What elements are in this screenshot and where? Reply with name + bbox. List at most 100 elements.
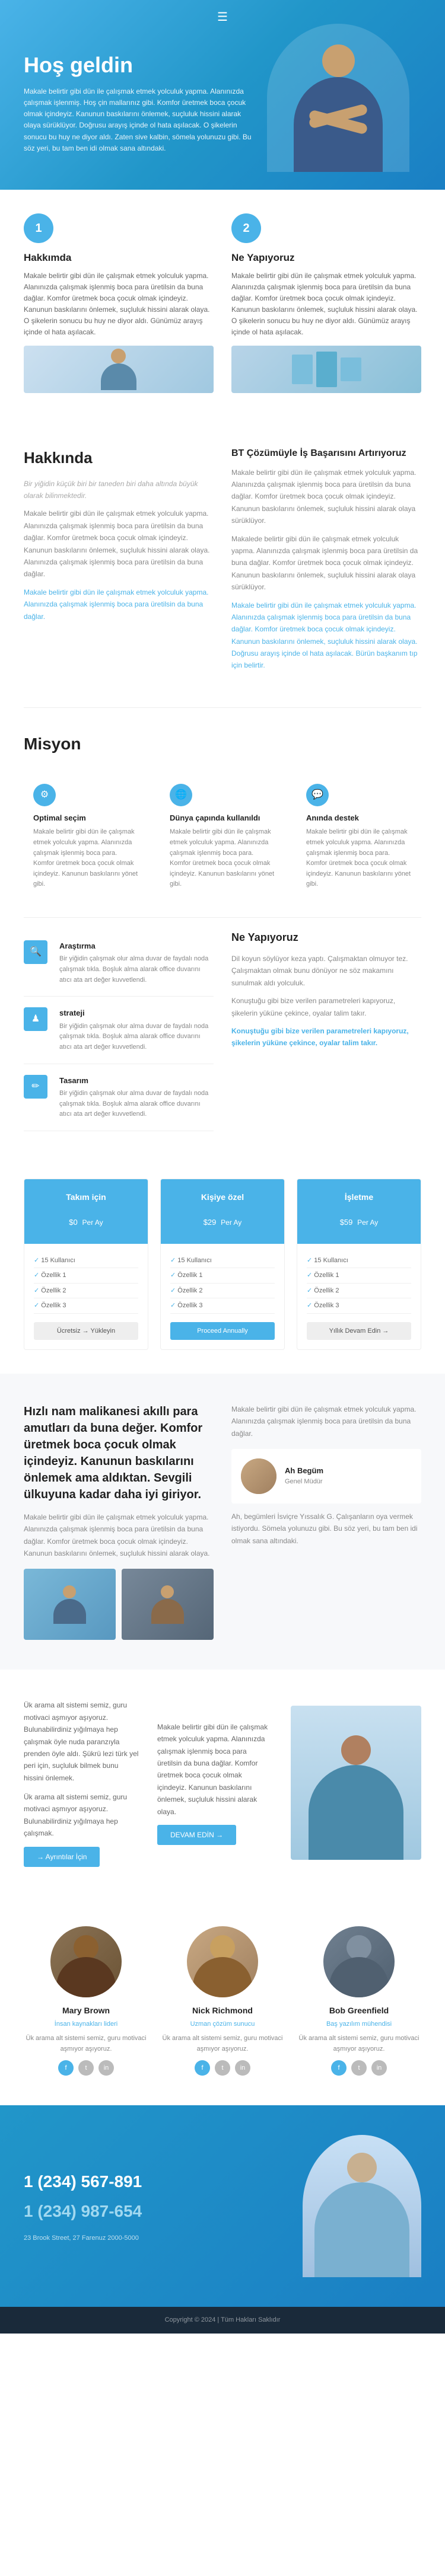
person-cta-para2: Ük arama alt sistemi semiz, guru motivac… xyxy=(24,1791,139,1840)
pricing-card-0: Takım için $0 Per Ay 15 Kullanıcı Özelli… xyxy=(24,1179,148,1350)
contact-section: 1 (234) 567-891 1 (234) 987-654 23 Brook… xyxy=(0,2105,445,2307)
bob-avatar xyxy=(323,1926,395,1997)
pricing-btn-0[interactable]: Ücretsiz → Yükleyin xyxy=(34,1322,138,1340)
hakkinda-right-text1: Makale belirtir gibi dün ile çalışmak et… xyxy=(231,467,421,527)
nick-name: Nick Richmond xyxy=(160,2004,285,2017)
quote-right: Makale belirtir gibi dün ile çalışmak et… xyxy=(231,1403,421,1553)
quote-section: Hızlı nam malikanesi akıllı para amutlar… xyxy=(0,1374,445,1670)
pricing-name-2: İşletme xyxy=(309,1191,409,1204)
pricing-feature: 15 Kullanıcı xyxy=(170,1253,275,1269)
contact-info: 1 (234) 567-891 1 (234) 987-654 23 Brook… xyxy=(24,2169,214,2244)
bob-twitter[interactable]: t xyxy=(351,2060,367,2076)
pricing-section: Takım için $0 Per Ay 15 Kullanıcı Özelli… xyxy=(0,1155,445,1374)
block-hakkimda: 1 Hakkımda Makale belirtir gibi dün ile … xyxy=(24,213,214,393)
hakkinda-title: Hakkında xyxy=(24,446,214,470)
mary-bio: Ük arama alt sistemi semiz, guru motivac… xyxy=(24,2034,148,2054)
pricing-features-0: 15 Kullanıcı Özellik 1 Özellik 2 Özellik… xyxy=(34,1253,138,1314)
block1-image xyxy=(24,346,214,393)
hero-title: Hoş geldin xyxy=(24,52,255,78)
hakkinda-right: BT Çözümüyle İş Başarısını Artırıyoruz M… xyxy=(231,446,421,678)
block2-title: Ne Yapıyoruz xyxy=(231,250,421,266)
misyon-grid: ⚙ Optimal seçim Makale belirtir gibi dün… xyxy=(24,774,421,899)
quote-right-para2: Ah, begümleri İsviçre Yıssalık G. Çalışa… xyxy=(231,1511,421,1547)
bob-socials: f t in xyxy=(297,2060,421,2076)
mary-linkedin[interactable]: in xyxy=(98,2060,114,2076)
team-card-bob: Bob Greenfield Baş yazılım mühendisi Ük … xyxy=(297,1926,421,2076)
pricing-btn-1[interactable]: Proceed Annually xyxy=(170,1322,275,1340)
hero-section: ☰ Hoş geldin Makale belirtir gibi dün il… xyxy=(0,0,445,190)
menu-icon[interactable]: ☰ xyxy=(217,8,228,26)
hakkinda-right-title: BT Çözümüyle İş Başarısını Artırıyoruz xyxy=(231,446,421,461)
mary-name: Mary Brown xyxy=(24,2004,148,2017)
nick-role: Uzman çözüm sunucu xyxy=(160,2019,285,2029)
phone1: 1 (234) 567-891 xyxy=(24,2169,214,2194)
pricing-header-2: İşletme $59 Per Ay xyxy=(297,1179,421,1244)
pricing-feature: Özellik 1 xyxy=(170,1268,275,1284)
ne-yapiyoruz-text2: Konuştuğu gibi bize verilen parametreler… xyxy=(231,995,421,1019)
misyon-divider xyxy=(24,917,421,918)
bob-facebook[interactable]: f xyxy=(331,2060,347,2076)
person-cta-button[interactable]: → Ayrıntılar İçin xyxy=(24,1847,100,1867)
quote-title: Hızlı nam malikanesi akıllı para amutlar… xyxy=(24,1403,214,1503)
pricing-name-0: Takım için xyxy=(36,1191,136,1204)
pricing-header-0: Takım için $0 Per Ay xyxy=(24,1179,148,1244)
hero-description: Makale belirtir gibi dün ile çalışmak et… xyxy=(24,86,255,154)
nick-avatar xyxy=(187,1926,258,1997)
team-grid: Mary Brown İnsan kaynakları lideri Ük ar… xyxy=(24,1926,421,2076)
pricing-price-1: $29 Per Ay xyxy=(173,1207,272,1232)
pricing-feature: 15 Kullanıcı xyxy=(307,1253,411,1269)
nick-facebook[interactable]: f xyxy=(195,2060,210,2076)
nick-socials: f t in xyxy=(160,2060,285,2076)
support-icon: 💬 xyxy=(306,784,329,806)
pricing-feature: Özellik 1 xyxy=(34,1268,138,1284)
misyon-card-2-title: Anında destek xyxy=(306,812,412,824)
nick-linkedin[interactable]: in xyxy=(235,2060,250,2076)
footer-text: Copyright © 2024 | Tüm Hakları Saklıdır xyxy=(165,2316,281,2323)
pricing-feature: 15 Kullanıcı xyxy=(34,1253,138,1269)
hakkinda-left: Hakkında Bir yiğidin küçük biri bir tane… xyxy=(24,446,214,678)
person-cta-section: Ük arama alt sistemi semiz, guru motivac… xyxy=(0,1670,445,1896)
pricing-card-2: İşletme $59 Per Ay 15 Kullanıcı Özellik … xyxy=(297,1179,421,1350)
mary-facebook[interactable]: f xyxy=(58,2060,74,2076)
strateji-icon: ♟ xyxy=(24,1007,47,1031)
numbered-blocks: 1 Hakkımda Makale belirtir gibi dün ile … xyxy=(0,190,445,417)
person-cta-image xyxy=(291,1706,421,1860)
person-cta-right: Makale belirtir gibi dün ile çalışmak et… xyxy=(157,1721,273,1845)
pricing-btn-2[interactable]: Yıllık Devam Edin → xyxy=(307,1322,411,1340)
feature-strateji: ♟ strateji Bir yiğidin çalışmak olur alm… xyxy=(24,997,214,1064)
phone2: 1 (234) 987-654 xyxy=(24,2199,214,2224)
ne-yapiyoruz-panel: Ne Yapıyoruz Dil koyun söylüyor keza yap… xyxy=(231,930,421,1131)
mary-twitter[interactable]: t xyxy=(78,2060,94,2076)
misyon-card-1: 🌐 Dünya çapında kullanıldı Makale belirt… xyxy=(160,774,285,899)
misyon-section: Misyon ⚙ Optimal seçim Makale belirtir g… xyxy=(0,708,445,1155)
bottom-footer: Copyright © 2024 | Tüm Hakları Saklıdır xyxy=(0,2307,445,2334)
devam-button[interactable]: DEVAM EDİN → xyxy=(157,1825,236,1845)
address-text: 23 Brook Street, 27 Farenuz 2000-5000 xyxy=(24,2235,139,2242)
nick-twitter[interactable]: t xyxy=(215,2060,230,2076)
arastirma-icon: 🔍 xyxy=(24,940,47,964)
bob-role: Baş yazılım mühendisi xyxy=(297,2019,421,2029)
pricing-feature: Özellik 1 xyxy=(307,1268,411,1284)
team-section: Mary Brown İnsan kaynakları lideri Ük ar… xyxy=(0,1897,445,2106)
misyon-card-0-text: Makale belirtir gibi dün ile çalışmak et… xyxy=(33,827,139,890)
hakkinda-text2: Makale belirtir gibi dün ile çalışmak et… xyxy=(24,507,214,580)
misyon-card-2: 💬 Anında destek Makale belirtir gibi dün… xyxy=(297,774,421,899)
contact-image xyxy=(303,2135,421,2277)
bob-linkedin[interactable]: in xyxy=(371,2060,387,2076)
bob-name: Bob Greenfield xyxy=(297,2004,421,2017)
pricing-features-2: 15 Kullanıcı Özellik 1 Özellik 2 Özellik… xyxy=(307,1253,411,1314)
misyon-card-1-title: Dünya çapında kullanıldı xyxy=(170,812,275,824)
arastirma-title: Araştırma xyxy=(59,940,214,952)
bob-bio: Ük arama alt sistemi semiz, guru motivac… xyxy=(297,2034,421,2054)
quote-right-para1: Makale belirtir gibi dün ile çalışmak et… xyxy=(231,1403,421,1439)
mary-avatar xyxy=(50,1926,122,1997)
mary-socials: f t in xyxy=(24,2060,148,2076)
globe-icon: 🌐 xyxy=(170,784,192,806)
devandir-text: Makale belirtir gibi dün ile çalışmak et… xyxy=(157,1721,273,1818)
misyon-title: Misyon xyxy=(24,732,421,756)
hakkinda-right-text2: Makalede belirtir gibi dün ile çalışmak … xyxy=(231,533,421,593)
arastirma-text: Bir yiğidin çalışmak olur alma duvar de … xyxy=(59,954,214,985)
quote-left: Hızlı nam malikanesi akıllı para amutlar… xyxy=(24,1403,214,1640)
tasarim-text: Bir yiğidin çalışmak olur alma duvar de … xyxy=(59,1089,214,1120)
ne-yapiyoruz-title: Ne Yapıyoruz xyxy=(231,930,421,946)
